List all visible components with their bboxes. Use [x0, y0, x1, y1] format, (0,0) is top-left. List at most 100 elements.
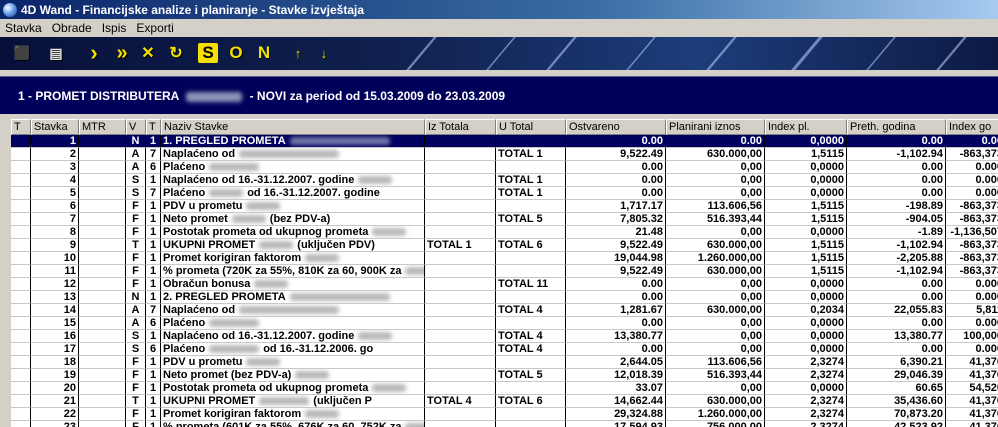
- menu-obrade[interactable]: Obrade: [47, 21, 97, 35]
- items-table[interactable]: T Stavka MTR V T Naziv Stavke Iz Totala U Total…: [11, 119, 998, 427]
- cell-preth: -1,102.94: [847, 239, 946, 252]
- cell-naziv: Neto promet (bez PDV-a): [161, 213, 425, 226]
- column-header[interactable]: Stavka: [31, 119, 79, 135]
- column-header[interactable]: Naziv Stavke: [161, 119, 425, 135]
- cell-ost: 33.07: [566, 382, 666, 395]
- cell-u: TOTAL 4: [496, 304, 566, 317]
- cell-t2: 7: [146, 148, 161, 161]
- column-header[interactable]: MTR: [79, 119, 126, 135]
- redacted-text: [246, 202, 281, 211]
- cell-naziv: UKUPNI PROMET (uključen PDV): [161, 239, 425, 252]
- cell-ost: 0.00: [566, 174, 666, 187]
- letter-o-button[interactable]: O: [226, 43, 246, 63]
- table-row[interactable]: 3A6Plaćeno0.000,000,00000.000.000: [11, 161, 998, 174]
- cell-iz: [425, 317, 496, 330]
- cell-mtr: [79, 213, 126, 226]
- table-row[interactable]: 17 S 6 Plaćeno od 16.-31.12.2006. go TOTAL 40…: [11, 343, 998, 356]
- column-header[interactable]: U Total: [496, 119, 566, 135]
- print-icon[interactable]: ▤: [46, 43, 66, 63]
- cell-ipl: 2,3274: [765, 421, 847, 427]
- column-header[interactable]: Planirani iznos: [666, 119, 765, 135]
- item-name: Plaćeno: [163, 343, 206, 355]
- arrow-down-icon[interactable]: ↓: [314, 43, 334, 63]
- cell-naziv: 2. PREGLED PROMETA: [161, 291, 425, 304]
- letter-s-button[interactable]: S: [198, 43, 218, 63]
- cell-ipl: 0,0000: [765, 187, 847, 200]
- letter-n-button[interactable]: N: [254, 43, 274, 63]
- table-row[interactable]: 21 T 1 UKUPNI PROMET (uključen P TOTAL 4 TOTAL…: [11, 395, 998, 408]
- table-row[interactable]: 16 S 1 Naplaćeno od 16.-31.12.2007. godine T…: [11, 330, 998, 343]
- cell-iz: [425, 252, 496, 265]
- menu-ispis[interactable]: Ispis: [97, 21, 132, 35]
- table-row[interactable]: 8 F 1 Postotak prometa od ukupnog prometa 21…: [11, 226, 998, 239]
- item-name: Plaćeno: [163, 187, 206, 199]
- column-header[interactable]: T: [11, 119, 31, 135]
- cell-t2: 1: [146, 395, 161, 408]
- table-row[interactable]: 10 F 1 Promet korigiran faktorom 19,044.98 1.…: [11, 252, 998, 265]
- cell-plan: 0,00: [666, 382, 765, 395]
- cell-v: N: [126, 291, 146, 304]
- cell-stavka: 6: [31, 200, 79, 213]
- table-row[interactable]: 22 F 1 Promet korigiran faktorom 29,324.88 1.…: [11, 408, 998, 421]
- money-icon[interactable]: ⬛: [12, 43, 32, 63]
- table-row[interactable]: 2 A 7 Naplaćeno od TOTAL 1 9,522.49 630.000,00…: [11, 148, 998, 161]
- column-header[interactable]: Ostvareno: [566, 119, 666, 135]
- cell-igo: 0.000: [946, 343, 998, 356]
- table-row[interactable]: 6 F 1 PDV u prometu 1,717.17 113.606,56 1,5115…: [11, 200, 998, 213]
- table-row[interactable]: 4 S 1 Naplaćeno od 16.-31.12.2007. godine TO…: [11, 174, 998, 187]
- table-row[interactable]: 5 S 7 Plaćeno od 16.-31.12.2007. godine TOTAL…: [11, 187, 998, 200]
- cell-stavka: 20: [31, 382, 79, 395]
- table-row[interactable]: 13 N 1 2. PREGLED PROMETA 0.00 0,00 0,0000 0.00…: [11, 291, 998, 304]
- cell-igo: 54,520: [946, 382, 998, 395]
- cell-ipl: 0,0000: [765, 226, 847, 239]
- table-row[interactable]: 20 F 1 Postotak prometa od ukupnog prometa 3…: [11, 382, 998, 395]
- table-row[interactable]: 9 T 1 UKUPNI PROMET (uključen PDV) TOTAL 1 TOT…: [11, 239, 998, 252]
- redacted-text: [239, 306, 340, 315]
- cell-iz: [425, 226, 496, 239]
- column-header[interactable]: Preth. godina: [847, 119, 946, 135]
- redacted-text: [372, 228, 407, 237]
- item-name: Promet korigiran faktorom: [163, 408, 302, 420]
- cell-v: F: [126, 356, 146, 369]
- menu-exporti[interactable]: Exporti: [131, 21, 178, 35]
- table-row[interactable]: 12 F 1 Obračun bonusa TOTAL 11 0.00 0,00 0,0000…: [11, 278, 998, 291]
- table-row[interactable]: 19 F 1 Neto promet (bez PDV-a) TOTAL 5 12,018…: [11, 369, 998, 382]
- cell-u: TOTAL 1: [496, 187, 566, 200]
- toolbar: ⬛ ▤ › » ✕ ↻ S O N ↑ ↓: [0, 37, 998, 70]
- table-row[interactable]: 23 F 1% prometa (601K za 55%, 676K za 60, …: [11, 421, 998, 427]
- table-row[interactable]: 14 A 7 Naplaćeno od TOTAL 4 1,281.67 630.000,0…: [11, 304, 998, 317]
- cell-igo: 41,376: [946, 356, 998, 369]
- cell-naziv: Obračun bonusa: [161, 278, 425, 291]
- column-header[interactable]: Index pl.: [765, 119, 847, 135]
- arrow-up-icon[interactable]: ↑: [288, 43, 308, 63]
- cell-mtr: [79, 304, 126, 317]
- table-row[interactable]: 7 F 1 Neto promet (bez PDV-a) TOTAL 5 7,805.32…: [11, 213, 998, 226]
- cell-stavka: 23: [31, 421, 79, 427]
- next-icon[interactable]: ›: [84, 40, 104, 65]
- cell-stavka: 10: [31, 252, 79, 265]
- app-icon: [3, 2, 17, 17]
- column-header[interactable]: T: [146, 119, 161, 135]
- cell-mtr: [79, 369, 126, 382]
- column-header[interactable]: Iz Totala: [425, 119, 496, 135]
- menu-stavka[interactable]: Stavka: [0, 21, 47, 35]
- refresh-icon[interactable]: ↻: [166, 43, 186, 63]
- table-row[interactable]: 11 F 1% prometa (720K za 55%, 810K za 60, …: [11, 265, 998, 278]
- cell-mtr: [79, 148, 126, 161]
- delete-icon[interactable]: ✕: [138, 43, 158, 63]
- column-header[interactable]: V: [126, 119, 146, 135]
- cell-v: S: [126, 343, 146, 356]
- cell-iz: [425, 265, 496, 278]
- table-row[interactable]: 1 N 1 1. PREGLED PROMETA 0.00 0.00 0,0000 0.00 0…: [11, 135, 998, 148]
- column-header[interactable]: Index go: [946, 119, 998, 135]
- last-icon[interactable]: »: [112, 42, 132, 64]
- table-header: T Stavka MTR V T Naziv Stavke Iz Totala U Total…: [11, 119, 998, 135]
- table-row[interactable]: 15A6Plaćeno0.000,000,00000.000.000: [11, 317, 998, 330]
- cell-t: [11, 291, 31, 304]
- cell-v: F: [126, 408, 146, 421]
- table-row[interactable]: 18 F 1 PDV u prometu 2,644.05 113.606,56 2,327…: [11, 356, 998, 369]
- cell-igo: 5,811: [946, 304, 998, 317]
- cell-mtr: [79, 291, 126, 304]
- cell-igo: -863,373: [946, 148, 998, 161]
- cell-igo: 0.00: [946, 135, 998, 148]
